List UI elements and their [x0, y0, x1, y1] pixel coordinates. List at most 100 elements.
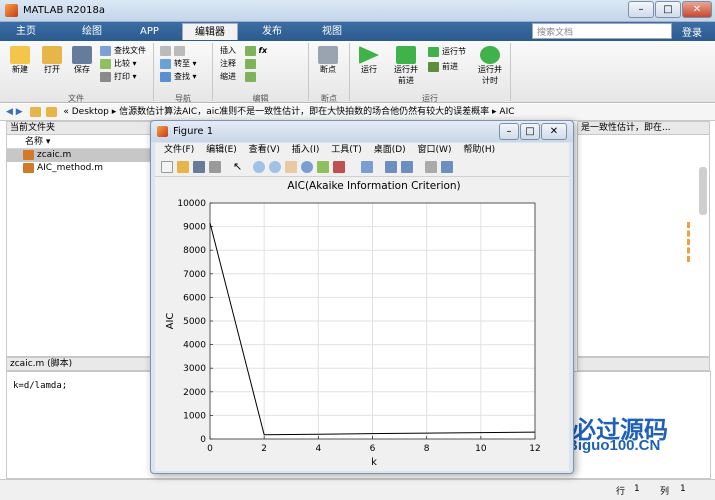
goto-button[interactable]: 转至 ▾ — [160, 57, 197, 70]
nav-arrows-icon[interactable]: ◀ ▶ — [6, 107, 23, 117]
list-item[interactable]: AIC_method.m — [7, 162, 150, 175]
figure-menubar: 文件(F) 编辑(E) 查看(V) 插入(I) 工具(T) 桌面(D) 窗口(W… — [155, 143, 569, 158]
browse-folder-icon[interactable] — [46, 106, 58, 117]
insert-icon — [244, 45, 256, 56]
find-button[interactable]: 查找 ▾ — [160, 70, 197, 83]
m-file-icon — [23, 162, 34, 173]
ribbon: 新建 打开 保存 查找文件 比较 ▾ 打印 ▾ 文件 转至 ▾ 查找 ▾ 导航 … — [0, 41, 715, 103]
run-section-button[interactable]: 运行节 — [428, 45, 466, 60]
zoom-out-icon[interactable] — [269, 161, 281, 173]
figure-window[interactable]: Figure 1 – □ ✕ 文件(F) 编辑(E) 查看(V) 插入(I) 工… — [150, 120, 574, 474]
print-icon[interactable] — [209, 161, 221, 173]
y-tick-label: 6000 — [183, 293, 206, 303]
figure-maximize-button[interactable]: □ — [520, 123, 540, 140]
right-panel: 是一致性估计，即在... — [577, 121, 710, 357]
maximize-button[interactable]: □ — [655, 1, 681, 18]
tab-apps[interactable]: APP — [128, 23, 171, 40]
ribbon-tabbar: 主页 绘图 APP 编辑器 发布 视图 搜索文档 登录 — [0, 22, 715, 41]
tab-plots[interactable]: 绘图 — [70, 23, 114, 40]
goto-icon — [160, 58, 171, 69]
new-button[interactable]: 新建 — [10, 46, 30, 75]
divider — [510, 43, 511, 101]
menu-insert[interactable]: 插入(I) — [292, 143, 320, 158]
find-file-button[interactable]: 查找文件 — [100, 44, 146, 57]
figure-minimize-button[interactable]: – — [499, 123, 519, 140]
indent-button[interactable]: 缩进 — [220, 70, 267, 83]
figure-close-button[interactable]: ✕ — [541, 123, 567, 140]
y-axis-label: AIC — [165, 313, 176, 330]
legend-icon[interactable] — [401, 161, 413, 173]
compare-button[interactable]: 比较 ▾ — [100, 57, 146, 70]
group-label-file: 文件 — [68, 94, 84, 103]
link-plot-icon[interactable] — [361, 161, 373, 173]
breadcrumb-leaf[interactable]: AIC — [499, 107, 514, 117]
run-time-button[interactable]: 运行并 计时 — [472, 46, 508, 86]
open-icon[interactable] — [177, 161, 189, 173]
breadcrumb-folder[interactable]: 信源数估计算法AIC，aic准则不是一致性估计，即在大快拍数的场合他仍然有较大的… — [119, 107, 489, 117]
list-item[interactable]: zcaic.m — [7, 149, 150, 162]
tab-publish[interactable]: 发布 — [250, 23, 294, 40]
group-label-nav: 导航 — [175, 94, 191, 103]
x-tick-label: 12 — [529, 444, 540, 454]
figure-title-bar: Figure 1 – □ ✕ — [151, 121, 573, 142]
tab-home[interactable]: 主页 — [4, 23, 48, 40]
new-figure-icon[interactable] — [161, 161, 173, 173]
pointer-icon[interactable]: ↖ — [233, 161, 245, 173]
data-cursor-icon[interactable] — [317, 161, 329, 173]
folder-up-icon[interactable] — [29, 106, 41, 117]
search-input[interactable]: 搜索文档 — [532, 23, 672, 39]
run-section-icon — [428, 46, 439, 57]
save-icon[interactable] — [193, 161, 205, 173]
menu-view[interactable]: 查看(V) — [249, 143, 280, 158]
zoom-in-icon[interactable] — [253, 161, 265, 173]
advance-button[interactable]: 前进 — [428, 60, 466, 75]
run-button[interactable]: 运行 — [356, 46, 382, 75]
hide-tools-icon[interactable] — [425, 161, 437, 173]
print-button[interactable]: 打印 ▾ — [100, 70, 146, 83]
y-tick-label: 5000 — [183, 317, 206, 327]
dock-icon[interactable] — [441, 161, 453, 173]
menu-tools[interactable]: 工具(T) — [331, 143, 362, 158]
matlab-logo-icon — [5, 4, 18, 17]
folder-icon — [42, 46, 62, 64]
back-forward-icon[interactable] — [160, 44, 197, 57]
close-button[interactable]: ✕ — [682, 1, 712, 18]
menu-help[interactable]: 帮助(H) — [463, 143, 495, 158]
address-bar[interactable]: ◀ ▶ « Desktop ▸ 信源数估计算法AIC，aic准则不是一致性估计，… — [0, 104, 715, 121]
tab-view[interactable]: 视图 — [310, 23, 354, 40]
y-tick-label: 7000 — [183, 270, 206, 280]
menu-edit[interactable]: 编辑(E) — [206, 143, 237, 158]
tab-editor[interactable]: 编辑器 — [182, 23, 238, 40]
x-tick-label: 10 — [475, 444, 487, 454]
window-title: MATLAB R2018a — [23, 5, 106, 16]
minimize-button[interactable]: – — [628, 1, 654, 18]
insert-button[interactable]: 插入 fx — [220, 44, 267, 57]
comment-button[interactable]: 注释 — [220, 57, 267, 70]
rotate-icon[interactable] — [301, 161, 313, 173]
editor-tab[interactable]: zcaic.m (脚本) — [6, 357, 151, 371]
figure-canvas[interactable]: 0 2 4 6 8 10 12 0 1000 2000 3000 4000 5000 6000 7000 80… — [155, 177, 569, 471]
breadcrumb-desktop[interactable]: Desktop — [72, 107, 109, 117]
col-value: 1 — [680, 484, 686, 494]
y-tick-label: 9000 — [183, 223, 206, 233]
y-tick-label: 10000 — [177, 199, 206, 209]
column-header-name[interactable]: 名称 ▾ — [7, 135, 150, 149]
chart-svg[interactable]: 0 2 4 6 8 10 12 0 1000 2000 3000 4000 5000 6000 7000 80… — [155, 177, 569, 471]
find-file-icon — [100, 45, 111, 56]
scrollbar[interactable] — [699, 167, 707, 215]
brush-icon[interactable] — [333, 161, 345, 173]
save-button[interactable]: 保存 — [72, 46, 92, 75]
pan-hand-icon[interactable] — [285, 161, 297, 173]
y-tick-label: 3000 — [183, 364, 206, 374]
menu-desktop[interactable]: 桌面(D) — [374, 143, 406, 158]
menu-file[interactable]: 文件(F) — [164, 143, 194, 158]
comment-icon — [244, 58, 256, 69]
login-link[interactable]: 登录 — [682, 24, 702, 39]
colorbar-icon[interactable] — [385, 161, 397, 173]
open-button[interactable]: 打开 — [42, 46, 62, 75]
menu-window[interactable]: 窗口(W) — [418, 143, 452, 158]
title-bar: MATLAB R2018a – □ ✕ — [0, 0, 715, 22]
right-panel-footer — [577, 357, 710, 371]
breakpoint-button[interactable]: 断点 — [314, 46, 342, 75]
run-advance-button[interactable]: 运行并 前进 — [388, 46, 424, 86]
